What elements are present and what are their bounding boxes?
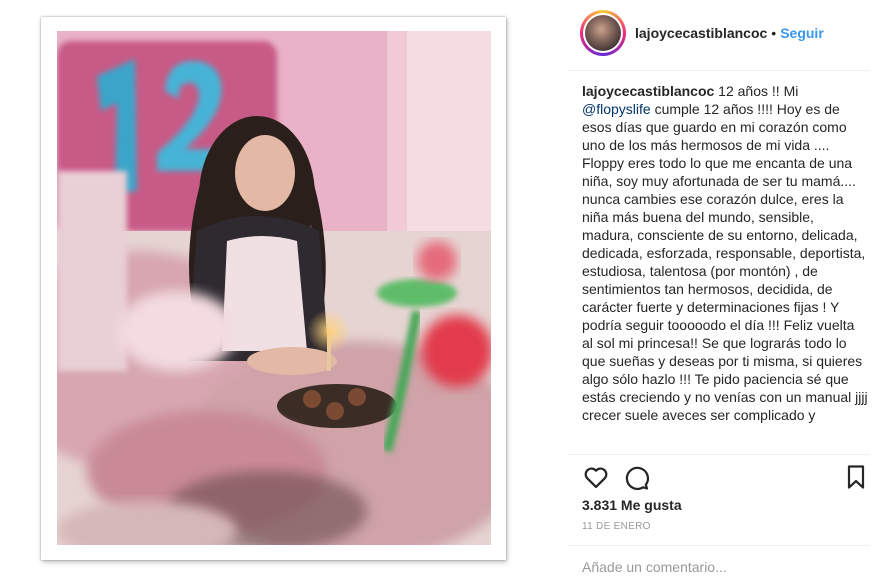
caption-username-link[interactable]: lajoycecastiblancoc [582, 83, 714, 99]
caption-text-start: 12 años !! Mi [714, 83, 799, 99]
mention-link[interactable]: @flopyslife [582, 101, 651, 117]
post-sidebar: lajoycecastiblancoc • Seguir lajoycecastib… [568, 0, 878, 585]
username-row: lajoycecastiblancoc • Seguir [635, 25, 824, 41]
speech-bubble-icon[interactable] [622, 463, 650, 491]
post-photo-frame [41, 17, 506, 560]
post-date[interactable]: 11 DE ENERO [582, 521, 651, 532]
heart-outline-icon[interactable] [582, 463, 610, 491]
follow-button[interactable]: Seguir [780, 25, 824, 41]
comment-box [568, 545, 870, 587]
caption-text-rest: cumple 12 años !!!! Hoy es de esos días … [582, 101, 868, 423]
comment-input[interactable] [582, 556, 862, 578]
separator-dot: • [771, 25, 777, 41]
post-photo[interactable] [57, 31, 491, 545]
post-caption: lajoycecastiblancoc 12 años !! Mi @flopy… [582, 82, 869, 454]
avatar-image [585, 15, 621, 51]
post-actions: 3.831 Me gusta 11 DE ENERO [568, 454, 870, 586]
like-count[interactable]: 3.831 Me gusta [582, 497, 682, 513]
birthday-photo-image [57, 31, 491, 545]
avatar[interactable] [580, 10, 626, 56]
bookmark-icon[interactable] [842, 463, 870, 491]
photo-panel [0, 0, 540, 585]
post-header: lajoycecastiblancoc • Seguir [568, 0, 870, 71]
username-link[interactable]: lajoycecastiblancoc [635, 25, 767, 41]
